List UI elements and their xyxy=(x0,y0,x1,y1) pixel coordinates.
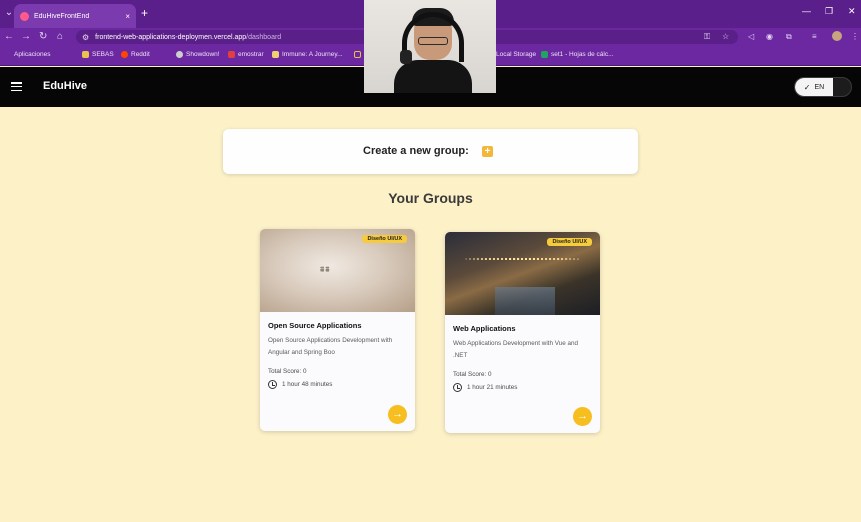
folder-icon xyxy=(82,51,89,58)
url-path: /dashboard xyxy=(246,33,282,41)
group-description: Open Source Applications Development wit… xyxy=(268,337,393,356)
check-icon: ✓ xyxy=(803,82,811,92)
extension-icon[interactable]: ◉ xyxy=(766,31,773,43)
reddit-icon xyxy=(121,51,128,58)
bookmark-sebas[interactable]: SEBAS xyxy=(82,51,114,58)
category-badge: Diseño UI/UX xyxy=(547,238,592,246)
bookmark-label: Local Storage xyxy=(496,51,537,58)
bookmark-label: set1 - Hojas de cálc... xyxy=(551,51,614,58)
menu-icon[interactable] xyxy=(11,82,22,92)
bookmark-apps[interactable]: Aplicaciones xyxy=(4,51,51,58)
group-time-label: 1 hour 21 minutes xyxy=(467,384,518,391)
category-badge: Diseño UI/UX xyxy=(362,235,407,243)
bookmark-label: Reddit xyxy=(131,51,150,58)
street-decoration xyxy=(495,287,555,315)
language-label: EN xyxy=(814,83,825,91)
puzzle-extensions-icon[interactable]: ⧉ xyxy=(786,31,792,43)
bookmark-immune[interactable]: Immune: A Journey... xyxy=(272,51,343,58)
clock-icon xyxy=(453,383,462,392)
bookmark-label: SEBAS xyxy=(92,51,114,58)
site-info-icon[interactable]: ⚙ xyxy=(82,33,89,42)
bookmark-local-storage[interactable]: Local Storage xyxy=(496,51,536,58)
url-host: frontend-web-applications-deploymen.verc… xyxy=(95,33,247,41)
groups-title: Your Groups xyxy=(388,190,473,206)
back-icon[interactable]: ← xyxy=(4,30,14,44)
app-brand[interactable]: EduHive xyxy=(43,80,87,92)
group-time: 1 hour 48 minutes xyxy=(268,380,332,389)
open-group-button[interactable]: → xyxy=(573,407,592,426)
group-time: 1 hour 21 minutes xyxy=(453,383,517,392)
bookmark-folder[interactable] xyxy=(354,51,364,58)
password-key-icon[interactable]: ⚿ xyxy=(704,31,710,43)
bookmark-label: Immune: A Journey... xyxy=(282,51,343,58)
bookmark-star-icon[interactable]: ☆ xyxy=(722,31,729,43)
tab-title: EduHiveFrontEnd xyxy=(34,12,90,20)
window-close-icon[interactable]: ✕ xyxy=(848,6,856,17)
webcam-overlay xyxy=(364,0,496,93)
language-option-en[interactable]: ✓ EN xyxy=(795,78,833,96)
create-group-card: Create a new group: + xyxy=(223,129,638,174)
group-score: Total Score: 0 xyxy=(268,368,307,375)
add-group-button[interactable]: + xyxy=(482,146,493,157)
clock-icon xyxy=(268,380,277,389)
bookmark-showdown[interactable]: Showdown! xyxy=(176,51,220,58)
bookmark-reddit[interactable]: Reddit xyxy=(121,51,150,58)
immune-icon xyxy=(272,51,279,58)
mute-icon[interactable]: ◁ xyxy=(748,31,754,43)
string-lights-decoration xyxy=(465,258,580,260)
minimize-icon[interactable]: — xyxy=(802,6,811,16)
media-controls-icon[interactable]: ≡ xyxy=(812,31,817,43)
group-card[interactable]: Diseño UI/UX Web Applications Web Applic… xyxy=(445,232,600,433)
bookmark-label: Showdown! xyxy=(186,51,220,58)
home-icon[interactable]: ⌂ xyxy=(57,30,63,44)
reload-icon[interactable]: ↻ xyxy=(39,30,47,44)
microphone xyxy=(400,50,412,64)
language-toggle[interactable]: ✓ EN xyxy=(794,77,852,97)
browser-tab[interactable]: EduHiveFrontEnd × xyxy=(14,4,136,28)
group-score: Total Score: 0 xyxy=(453,371,492,378)
presenter-body xyxy=(394,60,472,93)
apps-grid-icon xyxy=(4,51,11,58)
birds-icon: ⩩⩩ xyxy=(320,265,331,274)
language-option-other[interactable] xyxy=(833,78,851,96)
group-time-label: 1 hour 48 minutes xyxy=(282,381,333,388)
create-group-label: Create a new group: xyxy=(363,145,469,157)
group-description: Web Applications Development with Vue an… xyxy=(453,340,578,359)
bookmark-emostrar[interactable]: emostrar xyxy=(228,51,264,58)
restore-icon[interactable]: ❐ xyxy=(825,6,833,17)
group-card[interactable]: ⩩⩩ Diseño UI/UX Open Source Applications… xyxy=(260,229,415,431)
tab-close-icon[interactable]: × xyxy=(125,12,130,21)
bookmark-label: emostrar xyxy=(238,51,264,58)
favicon-icon xyxy=(20,11,29,21)
open-group-button[interactable]: → xyxy=(388,405,407,424)
profile-avatar[interactable] xyxy=(832,31,842,41)
bookmark-sheets[interactable]: set1 - Hojas de cálc... xyxy=(541,51,614,58)
bookmark-label: Aplicaciones xyxy=(14,51,51,58)
group-title: Open Source Applications xyxy=(268,321,362,330)
browser-menu-icon[interactable]: ⋮ xyxy=(851,31,859,43)
forward-icon[interactable]: → xyxy=(21,30,31,44)
emostrar-icon xyxy=(228,51,235,58)
sheets-icon xyxy=(541,51,548,58)
folder-icon xyxy=(354,51,361,58)
new-tab-button[interactable]: + xyxy=(141,6,148,20)
showdown-icon xyxy=(176,51,183,58)
group-title: Web Applications xyxy=(453,324,516,333)
